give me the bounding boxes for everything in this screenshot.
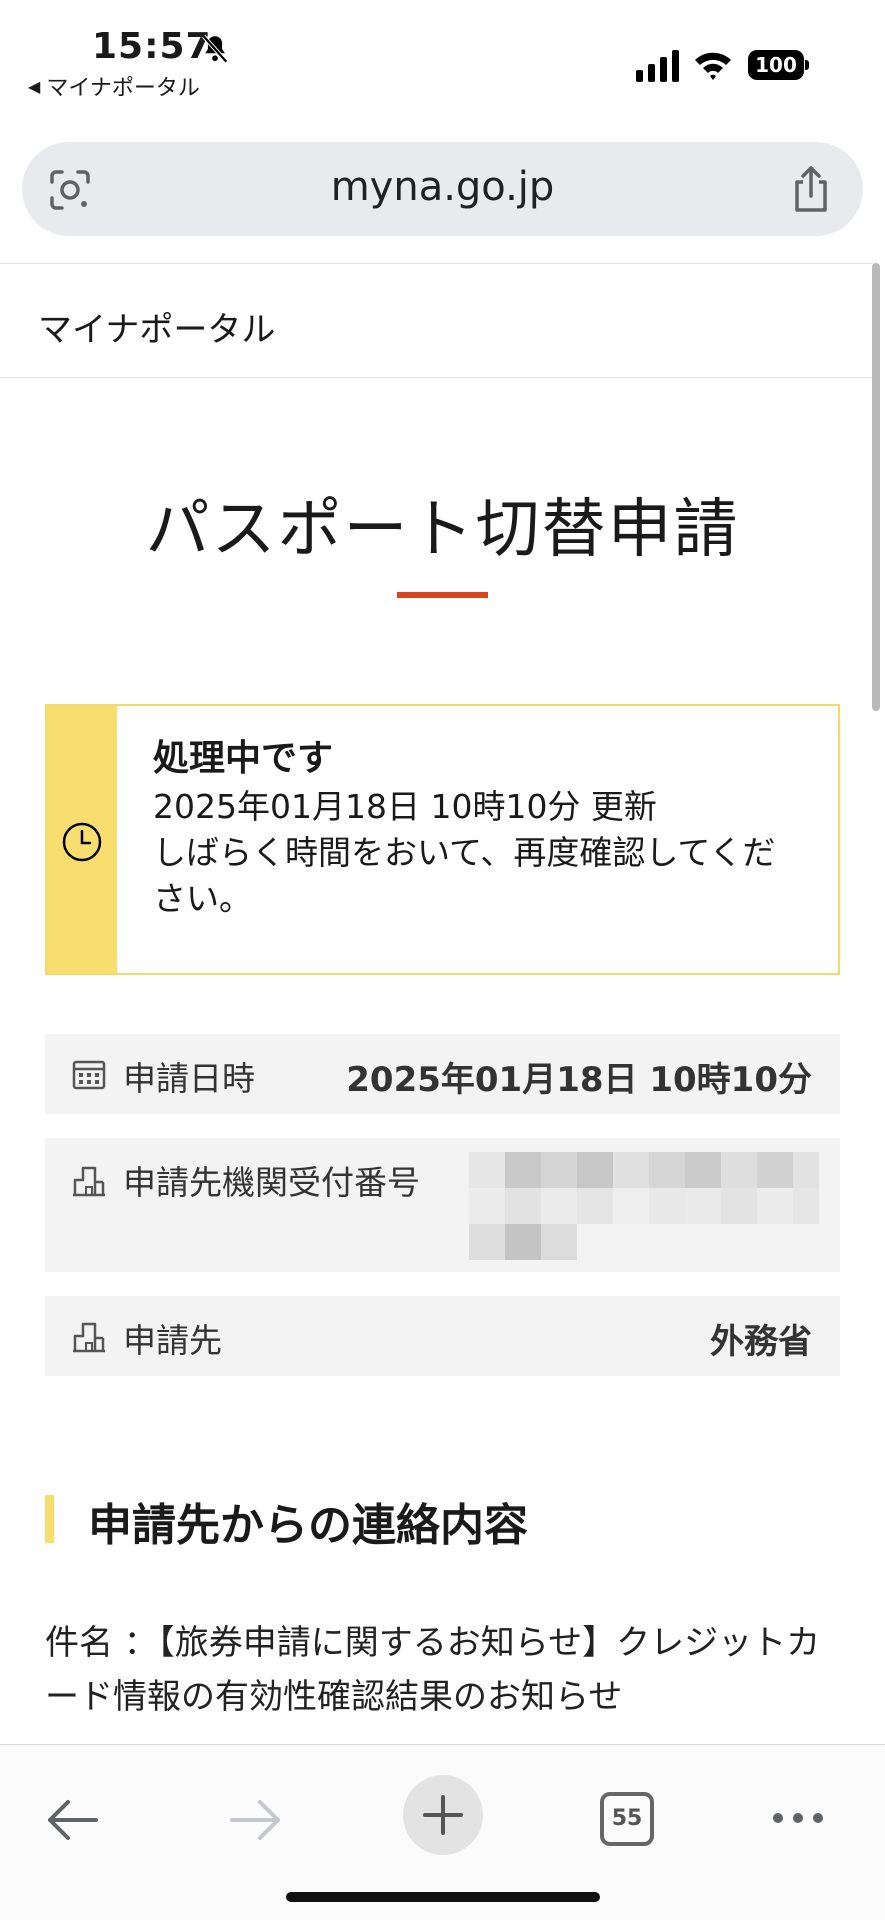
back-to-app-link[interactable]: ◀ マイナポータル xyxy=(28,70,200,102)
home-indicator xyxy=(286,1892,600,1902)
info-row-receipt-number: 申請先機関受付番号 xyxy=(45,1138,840,1272)
redacted-receipt-number xyxy=(469,1152,819,1262)
building-icon xyxy=(73,1166,105,1197)
new-tab-button[interactable] xyxy=(403,1775,483,1855)
notice-message: しばらく時間をおいて、再度確認してください。 xyxy=(153,833,776,918)
row-label: 申請日時 xyxy=(123,1059,255,1098)
wifi-icon xyxy=(695,52,731,80)
forward-arrow-icon[interactable] xyxy=(228,1795,284,1845)
row-value: 2025年01月18日 10時10分 xyxy=(346,1060,812,1100)
notice-body: 処理中です 2025年01月18日 10時10分 更新 しばらく時間をおいて、再… xyxy=(153,734,798,922)
info-row-destination: 申請先 外務省 xyxy=(45,1296,840,1376)
tab-switcher-button[interactable]: 55 xyxy=(600,1792,654,1846)
status-time: 15:57 xyxy=(92,26,212,67)
calendar-icon xyxy=(72,1060,106,1090)
clock-icon xyxy=(62,822,102,862)
info-row-application-date: 申請日時 2025年01月18日 10時10分 xyxy=(45,1034,840,1114)
processing-notice: 処理中です 2025年01月18日 10時10分 更新 しばらく時間をおいて、再… xyxy=(45,704,840,975)
building-icon xyxy=(73,1322,105,1353)
row-label: 申請先機関受付番号 xyxy=(123,1163,420,1202)
row-label: 申請先 xyxy=(123,1321,222,1360)
notice-heading: 処理中です xyxy=(153,738,334,779)
address-bar[interactable]: myna.go.jp xyxy=(22,142,863,236)
url-text[interactable]: myna.go.jp xyxy=(22,164,863,210)
back-triangle-icon: ◀ xyxy=(28,76,41,96)
battery-indicator: 100 xyxy=(748,50,810,80)
back-app-label: マイナポータル xyxy=(46,76,200,101)
cellular-signal-icon xyxy=(636,50,679,82)
more-menu-icon[interactable] xyxy=(770,1803,826,1833)
section-accent-bar xyxy=(45,1495,54,1543)
row-value: 外務省 xyxy=(710,1322,812,1362)
title-underline xyxy=(397,592,488,598)
share-icon[interactable] xyxy=(789,164,833,214)
site-header: マイナポータル xyxy=(0,263,873,378)
back-arrow-icon[interactable] xyxy=(44,1795,100,1845)
section-title: 申請先からの連絡内容 xyxy=(88,1500,528,1551)
status-bar: 15:57 ◀ マイナポータル 100 xyxy=(0,0,885,110)
plus-icon xyxy=(423,1795,463,1835)
message-subject: 件名 ：【旅券申請に関するお知らせ】クレジットカード情報の有効性確認結果のお知ら… xyxy=(45,1623,821,1717)
bell-muted-icon xyxy=(202,34,228,64)
notice-updated: 2025年01月18日 10時10分 更新 xyxy=(153,787,657,826)
notice-side-bar xyxy=(47,706,117,973)
site-title-link[interactable]: マイナポータル xyxy=(38,302,275,351)
battery-nub xyxy=(805,60,809,70)
page-title: パスポート切替申請 xyxy=(145,493,740,567)
battery-level: 100 xyxy=(748,50,804,80)
